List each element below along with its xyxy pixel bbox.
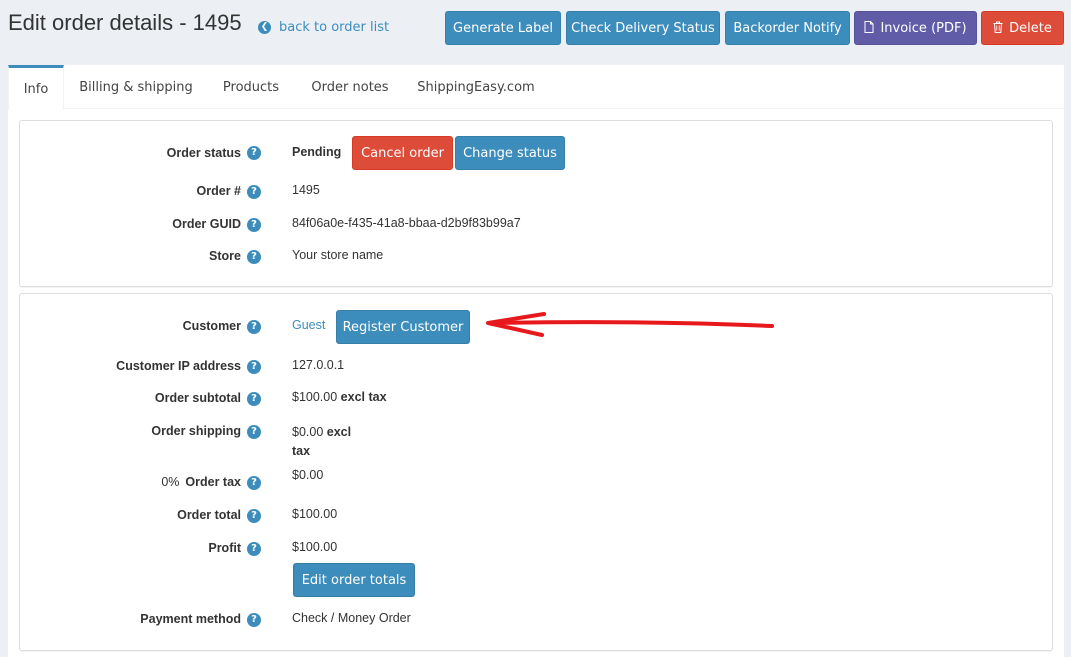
back-to-order-list-link[interactable]: ❮ back to order list: [258, 20, 389, 35]
shipping-tax-suffix-1: excl: [326, 425, 352, 439]
generate-label-text: Generate Label: [453, 20, 553, 36]
invoice-text: Invoice (PDF): [880, 20, 967, 36]
cancel-order-text: Cancel order: [361, 145, 444, 161]
profit-value: $100.00: [292, 540, 338, 554]
order-status-value: Pending: [292, 145, 342, 159]
shipping-amount: $0.00: [292, 425, 324, 439]
help-icon[interactable]: ?: [247, 360, 261, 374]
customer-guest-link[interactable]: Guest: [292, 318, 325, 332]
back-circle-icon: ❮: [258, 21, 271, 34]
order-total-label: Order total: [177, 508, 241, 522]
pdf-file-icon: [864, 20, 874, 36]
customer-ip-value: 127.0.0.1: [292, 358, 345, 372]
delete-button[interactable]: Delete: [981, 11, 1064, 45]
order-tax-label-text: Order tax: [185, 475, 241, 489]
backorder-notify-text: Backorder Notify: [733, 20, 842, 36]
order-tax-value: $0.00: [292, 468, 324, 482]
change-status-button[interactable]: Change status: [455, 136, 565, 170]
order-shipping-value: $0.00 excl tax: [292, 423, 351, 461]
shipping-tax-suffix-2: tax: [292, 444, 311, 458]
help-icon[interactable]: ?: [247, 425, 261, 439]
generate-label-button[interactable]: Generate Label: [445, 11, 561, 45]
tax-rate: 0%: [161, 475, 180, 489]
order-tabs-container: Info Billing & shipping Products Order n…: [8, 65, 1064, 657]
payment-method-label: Payment method: [140, 612, 241, 626]
customer-totals-panel: Customer ? Guest Register Customer Custo…: [19, 293, 1053, 651]
register-customer-button[interactable]: Register Customer: [336, 310, 470, 344]
trash-icon: [993, 21, 1003, 36]
page-title: Edit order details - 1495: [8, 10, 242, 35]
profit-label: Profit: [208, 541, 241, 555]
tab-info[interactable]: Info: [8, 65, 64, 110]
help-icon[interactable]: ?: [247, 250, 261, 264]
order-tax-label: 0% Order tax: [161, 475, 241, 489]
payment-method-value: Check / Money Order: [292, 611, 411, 625]
delete-text: Delete: [1009, 20, 1052, 36]
help-icon[interactable]: ?: [247, 185, 261, 199]
help-icon[interactable]: ?: [247, 613, 261, 627]
subtotal-tax-suffix: excl tax: [340, 390, 387, 404]
cancel-order-button[interactable]: Cancel order: [352, 136, 453, 170]
order-subtotal-value: $100.00 excl tax: [292, 390, 387, 404]
tab-billing-shipping[interactable]: Billing & shipping: [72, 65, 200, 109]
tab-products[interactable]: Products: [210, 65, 292, 109]
help-icon[interactable]: ?: [247, 320, 261, 334]
order-shipping-label: Order shipping: [151, 424, 241, 438]
edit-order-totals-text: Edit order totals: [301, 572, 407, 588]
order-number-label: Order #: [196, 184, 241, 198]
tab-shippingeasy[interactable]: ShippingEasy.com: [410, 65, 542, 109]
help-icon[interactable]: ?: [247, 542, 261, 556]
order-number-value: 1495: [292, 183, 320, 197]
order-info-panel: Order status ? Pending Cancel order Chan…: [19, 120, 1053, 287]
tab-bar: Info Billing & shipping Products Order n…: [8, 65, 1064, 110]
help-icon[interactable]: ?: [247, 476, 261, 490]
store-value: Your store name: [292, 248, 384, 262]
subtotal-amount: $100.00: [292, 390, 338, 404]
order-guid-value: 84f06a0e-f435-41a8-bbaa-d2b9f83b99a7: [292, 216, 521, 230]
order-subtotal-label: Order subtotal: [154, 391, 241, 405]
red-arrow-annotation: [486, 312, 774, 337]
invoice-pdf-button[interactable]: Invoice (PDF): [854, 11, 977, 45]
check-delivery-status-button[interactable]: Check Delivery Status: [566, 11, 720, 45]
help-icon[interactable]: ?: [247, 392, 261, 406]
help-icon[interactable]: ?: [247, 509, 261, 523]
order-status-label: Order status: [166, 146, 241, 160]
check-delivery-text: Check Delivery Status: [571, 20, 715, 36]
help-icon[interactable]: ?: [247, 218, 261, 232]
back-link-label: back to order list: [279, 20, 390, 35]
help-icon[interactable]: ?: [247, 146, 261, 160]
register-customer-text: Register Customer: [342, 319, 464, 335]
store-label: Store: [209, 249, 241, 263]
order-guid-label: Order GUID: [172, 217, 241, 231]
order-total-value: $100.00: [292, 507, 338, 521]
edit-order-totals-button[interactable]: Edit order totals: [293, 563, 415, 597]
customer-ip-label: Customer IP address: [116, 359, 241, 373]
change-status-text: Change status: [463, 145, 557, 161]
tab-order-notes[interactable]: Order notes: [304, 65, 396, 109]
backorder-notify-button[interactable]: Backorder Notify: [725, 11, 850, 45]
customer-label: Customer: [182, 319, 241, 333]
